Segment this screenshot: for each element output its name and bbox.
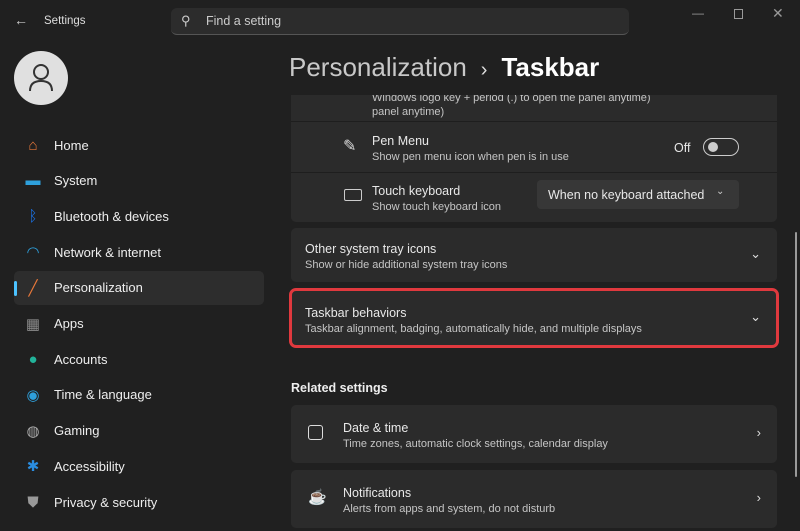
sidebar-item-label: Personalization bbox=[54, 280, 143, 296]
sidebar-item-bluetooth-devices[interactable]: ᛒ Bluetooth & devices bbox=[14, 199, 264, 233]
sidebar-item-network-internet[interactable]: ◠ Network & internet bbox=[14, 235, 264, 269]
pen-menu-state: Off bbox=[674, 141, 691, 155]
back-button[interactable]: ← bbox=[14, 12, 28, 28]
chevron-down-icon: ⌄ bbox=[750, 246, 761, 261]
touch-keyboard-dropdown[interactable]: When no keyboard attached ⌄ bbox=[537, 180, 739, 209]
search-placeholder: Find a setting bbox=[206, 14, 282, 28]
date-time-title: Date & time bbox=[343, 421, 409, 435]
dropdown-value: When no keyboard attached bbox=[548, 188, 705, 202]
search-icon: ⚲ bbox=[181, 13, 191, 28]
sidebar-item-label: Gaming bbox=[54, 423, 100, 439]
taskbar-behaviors-desc: Taskbar alignment, badging, automaticall… bbox=[305, 323, 642, 335]
selection-indicator bbox=[14, 280, 17, 296]
pen-menu-title: Pen Menu bbox=[372, 134, 429, 148]
monitor-icon: ▬ bbox=[25, 172, 41, 190]
maximize-button[interactable] bbox=[734, 9, 743, 19]
sidebar-item-label: Privacy & security bbox=[54, 494, 158, 510]
date-time-link[interactable]: Date & time Time zones, automatic clock … bbox=[291, 405, 777, 463]
sidebar-item-system[interactable]: ▬ System bbox=[14, 164, 264, 198]
date-time-desc: Time zones, automatic clock settings, ca… bbox=[343, 438, 608, 450]
other-tray-desc: Show or hide additional system tray icon… bbox=[305, 259, 508, 271]
sidebar-item-label: Time & language bbox=[54, 387, 152, 403]
other-system-tray-icons[interactable]: Other system tray icons Show or hide add… bbox=[291, 228, 777, 282]
page-title: Personalization › Taskbar bbox=[289, 52, 599, 83]
sidebar-item-accounts[interactable]: ● Accounts bbox=[14, 342, 264, 376]
sidebar-item-label: Accessibility bbox=[54, 458, 125, 474]
breadcrumb-current: Taskbar bbox=[501, 52, 600, 82]
chevron-right-icon: › bbox=[756, 425, 761, 440]
chevron-right-icon: › bbox=[756, 490, 761, 505]
sidebar-item-label: Bluetooth & devices bbox=[54, 208, 169, 224]
notifications-link[interactable]: ☕ Notifications Alerts from apps and sys… bbox=[291, 470, 777, 528]
clipped-setting-desc: panel anytime) bbox=[372, 106, 445, 118]
bell-icon: ☕ bbox=[308, 489, 327, 506]
sidebar-item-label: System bbox=[54, 173, 98, 189]
person-icon: ● bbox=[28, 350, 38, 368]
taskbar-corner-icons-group: Windows logo key + period (.) to open th… bbox=[291, 95, 777, 222]
calendar-clock-icon bbox=[308, 425, 323, 440]
pen-menu-desc: Show pen menu icon when pen is in use bbox=[372, 151, 569, 163]
sidebar-item-apps[interactable]: ▦ Apps bbox=[14, 307, 264, 341]
sidebar-item-label: Network & internet bbox=[54, 244, 161, 260]
wifi-icon: ◠ bbox=[26, 244, 40, 262]
avatar[interactable] bbox=[14, 51, 68, 105]
sidebar-item-privacy-security[interactable]: ⛊ Privacy & security bbox=[14, 485, 264, 519]
taskbar-behaviors[interactable]: Taskbar behaviors Taskbar alignment, bad… bbox=[289, 288, 779, 348]
sidebar-item-time-language[interactable]: ◉ Time & language bbox=[14, 378, 264, 412]
pen-menu-row: ✎ Pen Menu Show pen menu icon when pen i… bbox=[291, 122, 777, 172]
sidebar-item-accessibility[interactable]: ✱ Accessibility bbox=[14, 449, 264, 483]
breadcrumb-separator: › bbox=[480, 59, 488, 81]
clipped-setting-desc-line1: Windows logo key + period (.) to open th… bbox=[372, 95, 651, 104]
app-title: Settings bbox=[44, 15, 86, 27]
touch-keyboard-row: Touch keyboard Show touch keyboard icon … bbox=[291, 173, 777, 222]
scrollbar[interactable] bbox=[795, 232, 797, 477]
accessibility-icon: ✱ bbox=[26, 458, 40, 476]
globe-clock-icon: ◉ bbox=[26, 386, 40, 404]
sidebar-item-gaming[interactable]: ◍ Gaming bbox=[14, 414, 264, 448]
shield-icon: ⛊ bbox=[27, 493, 39, 511]
search-input[interactable]: ⚲ Find a setting bbox=[171, 8, 629, 35]
sidebar-item-personalization[interactable]: ╱ Personalization bbox=[14, 270, 264, 305]
pen-icon: ✎ bbox=[343, 138, 357, 155]
taskbar-behaviors-title: Taskbar behaviors bbox=[305, 306, 407, 320]
home-icon: ⌂ bbox=[28, 136, 38, 154]
gamepad-icon: ◍ bbox=[26, 422, 40, 440]
chevron-down-icon: ⌄ bbox=[750, 309, 761, 324]
apps-icon: ▦ bbox=[25, 315, 41, 333]
person-icon bbox=[29, 64, 53, 92]
touch-keyboard-desc: Show touch keyboard icon bbox=[372, 201, 502, 213]
touch-keyboard-title: Touch keyboard bbox=[372, 184, 461, 198]
close-button[interactable]: ✕ bbox=[772, 5, 784, 22]
sidebar-item-label: Home bbox=[54, 137, 89, 153]
pen-menu-toggle[interactable] bbox=[703, 138, 739, 156]
sidebar-item-label: Apps bbox=[54, 316, 84, 331]
brush-icon: ╱ bbox=[28, 279, 38, 297]
chevron-down-icon: ⌄ bbox=[716, 186, 725, 197]
sidebar-item-label: Accounts bbox=[54, 351, 108, 367]
minimize-button[interactable]: — bbox=[692, 6, 704, 20]
notifications-title: Notifications bbox=[343, 486, 412, 500]
related-settings-heading: Related settings bbox=[291, 381, 388, 395]
keyboard-icon bbox=[344, 189, 362, 201]
breadcrumb-parent[interactable]: Personalization bbox=[289, 52, 467, 83]
bluetooth-icon: ᛒ bbox=[28, 207, 38, 225]
notifications-desc: Alerts from apps and system, do not dist… bbox=[343, 503, 556, 515]
other-tray-title: Other system tray icons bbox=[305, 242, 437, 256]
sidebar-item-home[interactable]: ⌂ Home bbox=[14, 128, 264, 162]
